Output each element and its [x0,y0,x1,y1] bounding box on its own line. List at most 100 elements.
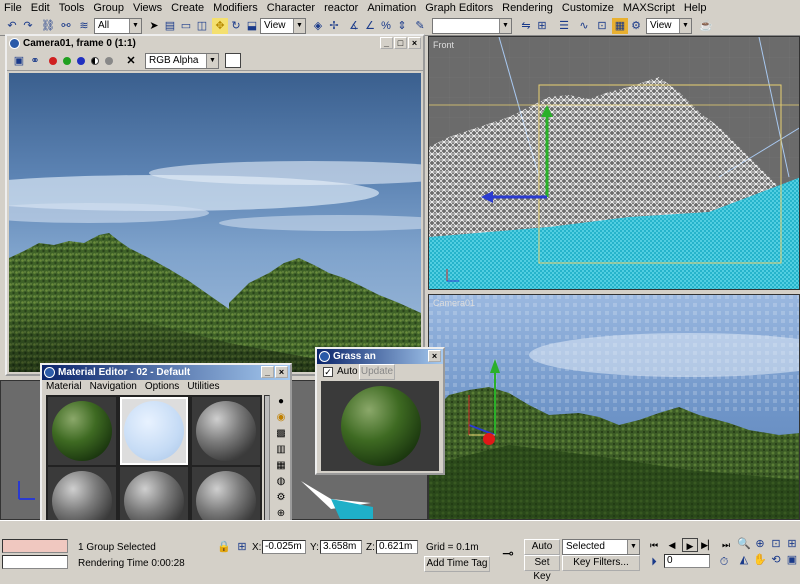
move-icon[interactable]: ✥ [212,18,228,34]
render-scene-icon[interactable]: ⚙ [628,18,644,34]
bind-space-warp-icon[interactable]: ≋ [76,18,92,34]
percent-snap-icon[interactable]: % [378,18,394,34]
pan-icon[interactable]: ✋ [752,552,768,568]
menu-group[interactable]: Group [93,2,124,14]
mirror-icon[interactable]: ⇋ [518,18,534,34]
menu-reactor[interactable]: reactor [324,2,358,14]
menu-graph-editors[interactable]: Graph Editors [425,2,493,14]
material-editor-icon[interactable]: ▦ [612,18,628,34]
menu-customize[interactable]: Customize [562,2,614,14]
menu-utilities[interactable]: Utilities [187,381,219,392]
key-mode-dropdown[interactable]: Selected ▼ [562,539,640,555]
blue-channel-icon[interactable] [77,57,85,65]
quick-render-icon[interactable]: ☕ [698,18,714,34]
sample-type-icon[interactable]: ● [274,395,288,409]
zoom-extents-icon[interactable]: ⊡ [768,536,784,552]
zoom-icon[interactable]: 🔍 [736,536,752,552]
minimize-icon[interactable]: _ [380,37,393,49]
next-frame-icon[interactable]: ▶▏ [700,538,716,552]
z-coordinate-field[interactable]: 0.621m [376,540,418,554]
close-icon[interactable]: × [428,350,441,362]
sample-slots-scrollbar[interactable] [264,395,270,535]
spinner-snap-icon[interactable]: ⇕ [394,18,410,34]
green-channel-icon[interactable] [63,57,71,65]
color-swatch[interactable] [225,53,241,68]
link-icon[interactable]: ⛓ [40,18,56,34]
select-manipulate-icon[interactable]: ✢ [326,18,342,34]
sample-slot[interactable] [48,397,116,465]
y-coordinate-field[interactable]: 3.658m [320,540,362,554]
select-by-name-icon[interactable]: ▤ [162,18,178,34]
camera-viewport[interactable]: Camera01 [428,294,800,520]
maximize-icon[interactable]: □ [394,37,407,49]
menu-material[interactable]: Material [46,381,82,392]
reference-coordinate-dropdown[interactable]: View ▼ [260,18,306,34]
scale-icon[interactable]: ⬓ [244,18,260,34]
menu-file[interactable]: File [4,2,22,14]
orbit-icon[interactable]: ⟲ [768,552,784,568]
save-bitmap-icon[interactable]: ▣ [11,53,27,69]
uv-tiling-icon[interactable]: ▥ [274,443,288,457]
render-window-titlebar[interactable]: Camera01, frame 0 (1:1) _ □ × [7,36,423,51]
key-mode-toggle-icon[interactable]: ⏵ [646,554,662,570]
mono-channel-icon[interactable] [105,57,113,65]
auto-checkbox[interactable]: ✓ [323,367,333,377]
select-arrow-icon[interactable]: ➤ [146,18,162,34]
options-icon[interactable]: ⚙ [274,491,288,505]
grass-preview-window[interactable]: Grass an × ✓ Auto Update [315,347,445,475]
pivot-center-icon[interactable]: ◈ [310,18,326,34]
current-frame-field[interactable]: 0 [664,554,710,568]
menu-character[interactable]: Character [267,2,315,14]
selection-filter-dropdown[interactable]: All ▼ [94,18,142,34]
field-of-view-icon[interactable]: ◭ [736,552,752,568]
play-icon[interactable]: ▶ [682,538,698,552]
layer-manager-icon[interactable]: ☰ [556,18,572,34]
angle-snap-icon[interactable]: ∠ [362,18,378,34]
background-icon[interactable]: ▩ [274,427,288,441]
menu-navigation[interactable]: Navigation [90,381,137,392]
menu-modifiers[interactable]: Modifiers [213,2,258,14]
menu-animation[interactable]: Animation [367,2,416,14]
maximize-viewport-icon[interactable]: ▣ [784,552,800,568]
maxscript-listener[interactable] [2,539,68,553]
absolute-mode-icon[interactable]: ⊞ [234,539,250,555]
time-configuration-icon[interactable]: ⏱ [716,554,732,570]
curve-editor-icon[interactable]: ∿ [576,18,592,34]
render-frame-window[interactable]: Camera01, frame 0 (1:1) _ □ × ▣ ⚭ ✕ RGB … [5,34,425,376]
menu-create[interactable]: Create [171,2,204,14]
zoom-all-icon[interactable]: ⊕ [752,536,768,552]
backlight-icon[interactable]: ◉ [274,411,288,425]
grass-preview-titlebar[interactable]: Grass an × [317,349,443,364]
named-selection-dropdown[interactable]: ▼ [432,18,512,34]
schematic-view-icon[interactable]: ⊡ [594,18,610,34]
undo-icon[interactable]: ↶ [4,18,20,34]
red-channel-icon[interactable] [49,57,57,65]
minimize-icon[interactable]: _ [261,366,274,378]
front-viewport[interactable]: Front [428,36,800,290]
select-by-material-icon[interactable]: ⊕ [274,507,288,521]
rect-region-icon[interactable]: ▭ [178,18,194,34]
previous-frame-icon[interactable]: ◀ [664,538,680,552]
menu-tools[interactable]: Tools [59,2,85,14]
menu-views[interactable]: Views [133,2,162,14]
menu-rendering[interactable]: Rendering [502,2,553,14]
go-to-end-icon[interactable]: ⏭ [718,538,734,552]
material-editor-window[interactable]: Material Editor - 02 - Default _ × Mater… [40,363,292,537]
sample-slot[interactable] [192,397,260,465]
set-key-button[interactable]: Set Key [524,555,560,582]
x-coordinate-field[interactable]: -0.025m [262,540,306,554]
lock-icon[interactable]: 🔒 [216,539,232,555]
rotate-icon[interactable]: ↻ [228,18,244,34]
close-icon[interactable]: × [275,366,288,378]
maxscript-input[interactable] [2,555,68,569]
channel-display-dropdown[interactable]: RGB Alpha ▼ [145,53,219,69]
close-icon[interactable]: × [408,37,421,49]
menu-options[interactable]: Options [145,381,179,392]
video-color-check-icon[interactable]: ▦ [274,459,288,473]
key-filters-button[interactable]: Key Filters... [562,555,640,571]
key-icon[interactable]: ⊸ [500,545,516,561]
menu-edit[interactable]: Edit [31,2,50,14]
menu-maxscript[interactable]: MAXScript [623,2,675,14]
window-crossing-icon[interactable]: ◫ [194,18,210,34]
material-editor-titlebar[interactable]: Material Editor - 02 - Default _ × [42,365,290,380]
